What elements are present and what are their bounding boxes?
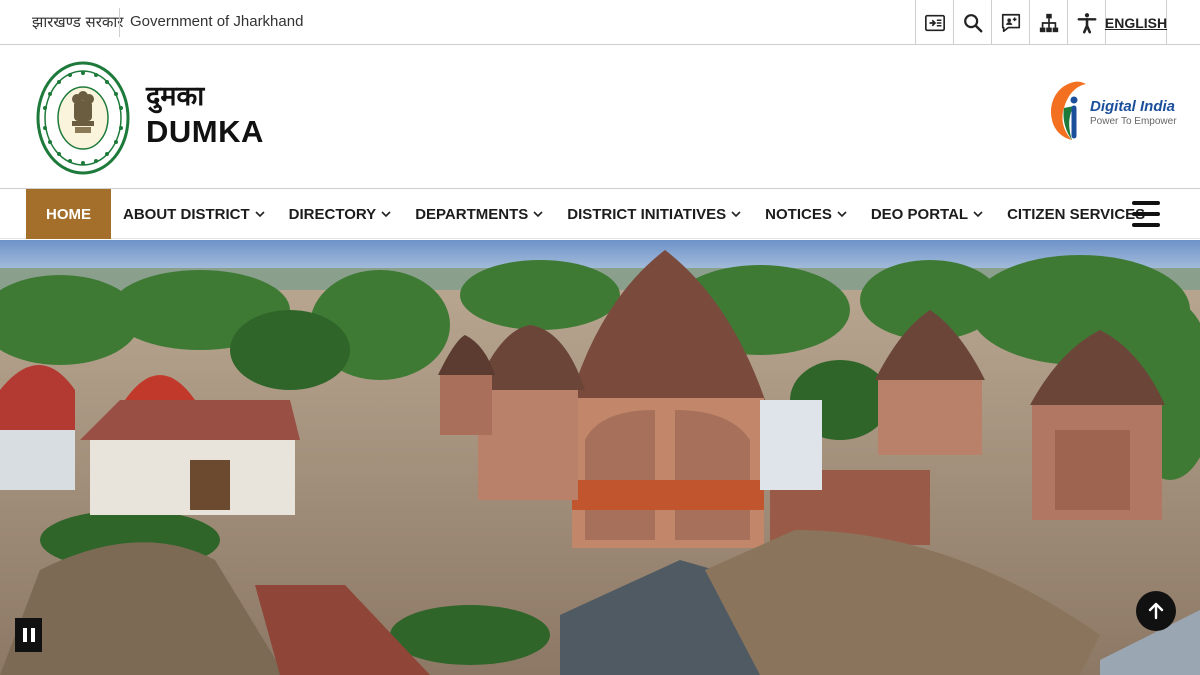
- hero-slider: [0, 240, 1200, 675]
- digital-india-tagline: Power To Empower: [1090, 116, 1177, 127]
- feedback-icon: [1001, 13, 1020, 32]
- government-name-hindi: झारखण्ड सरकार: [32, 13, 124, 31]
- site-header: दुमका DUMKA Digital India Power To Empow…: [0, 46, 1200, 188]
- hero-image-temples: [0, 240, 1200, 675]
- chevron-down-icon: [381, 211, 391, 218]
- skip-to-content-button[interactable]: [915, 0, 953, 45]
- nav-item-label: DIRECTORY: [288, 205, 377, 223]
- hamburger-icon[interactable]: [1132, 201, 1160, 227]
- pause-icon[interactable]: [15, 618, 42, 652]
- district-name-hindi: दुमका: [146, 81, 205, 112]
- sitemap-icon: [1039, 13, 1058, 32]
- government-name-english: Government of Jharkhand: [130, 13, 304, 30]
- digital-india-name: Digital India: [1090, 98, 1176, 115]
- language-switch[interactable]: ENGLISH: [1105, 0, 1167, 45]
- skip-to-content-icon: [924, 14, 945, 31]
- utility-toolbar: ENGLISH: [915, 0, 1167, 45]
- accessibility-icon: [1077, 12, 1096, 33]
- nav-item-label: DISTRICT INITIATIVES: [567, 205, 727, 223]
- nav-item-about-district[interactable]: ABOUT DISTRICT: [111, 189, 277, 239]
- search-button[interactable]: [953, 0, 991, 45]
- nav-item-district-initiatives[interactable]: DISTRICT INITIATIVES: [555, 189, 753, 239]
- accessibility-button[interactable]: [1067, 0, 1105, 45]
- nav-item-label: CITIZEN SERVICES: [1007, 205, 1146, 223]
- main-navigation: HOME ABOUT DISTRICT DIRECTORY DEPARTMENT…: [0, 188, 1200, 239]
- jharkhand-seal-icon[interactable]: [36, 61, 130, 175]
- arrow-up-icon[interactable]: [1136, 591, 1176, 631]
- chevron-down-icon: [255, 211, 265, 218]
- nav-item-departments[interactable]: DEPARTMENTS: [403, 189, 555, 239]
- chevron-down-icon: [837, 211, 847, 218]
- chevron-down-icon: [973, 211, 983, 218]
- district-name-english: DUMKA: [146, 114, 264, 149]
- divider: [119, 8, 120, 37]
- nav-item-label: NOTICES: [765, 205, 832, 223]
- scroll-top-arrow: [1148, 602, 1164, 620]
- nav-list: HOME ABOUT DISTRICT DIRECTORY DEPARTMENT…: [26, 189, 1157, 239]
- sitemap-button[interactable]: [1029, 0, 1067, 45]
- chevron-down-icon: [533, 211, 543, 218]
- nav-item-label: ABOUT DISTRICT: [123, 205, 250, 223]
- top-utility-bar: झारखण्ड सरकार Government of Jharkhand EN…: [0, 0, 1200, 45]
- chevron-down-icon: [731, 211, 741, 218]
- nav-item-label: DEPARTMENTS: [415, 205, 529, 223]
- search-icon: [963, 13, 982, 32]
- nav-item-notices[interactable]: NOTICES: [753, 189, 859, 239]
- feedback-button[interactable]: [991, 0, 1029, 45]
- nav-item-home[interactable]: HOME: [26, 189, 111, 239]
- nav-item-deo-portal[interactable]: DEO PORTAL: [859, 189, 995, 239]
- nav-item-directory[interactable]: DIRECTORY: [277, 189, 404, 239]
- nav-item-label: HOME: [46, 205, 91, 223]
- nav-item-label: DEO PORTAL: [870, 205, 969, 223]
